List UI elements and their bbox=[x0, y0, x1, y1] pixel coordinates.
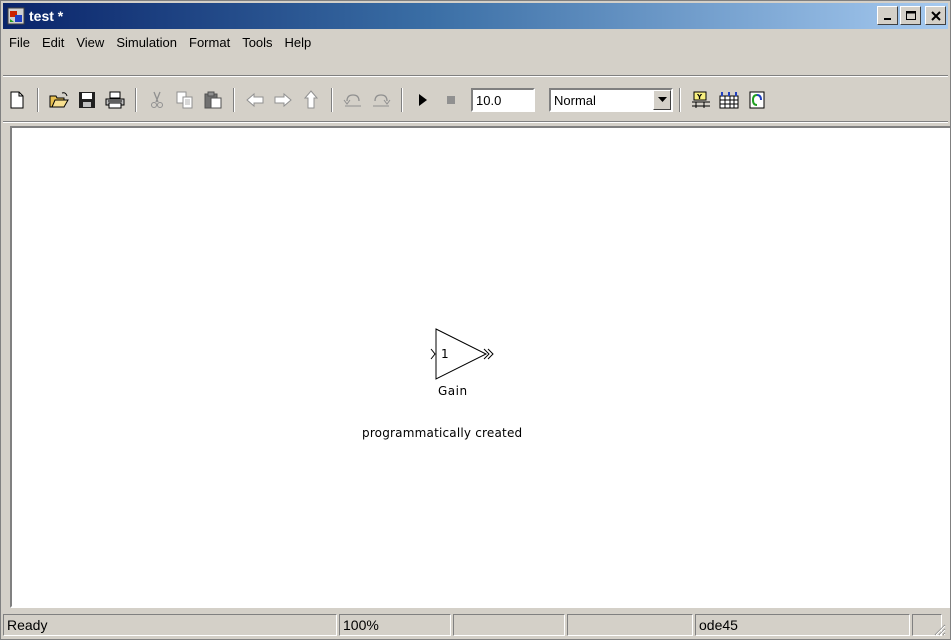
paste-button[interactable] bbox=[201, 88, 225, 112]
menu-edit[interactable]: Edit bbox=[36, 35, 70, 50]
save-button[interactable] bbox=[75, 88, 99, 112]
menu-simulation[interactable]: Simulation bbox=[110, 35, 183, 50]
maximize-button[interactable] bbox=[900, 6, 921, 25]
gain-block[interactable]: 1 bbox=[428, 326, 508, 382]
toolbar: Normal Y bbox=[3, 83, 771, 117]
save-icon bbox=[78, 91, 96, 109]
svg-text:Y: Y bbox=[696, 93, 703, 101]
close-button[interactable] bbox=[925, 6, 946, 25]
status-zoom: 100% bbox=[339, 614, 451, 636]
simulink-app-icon[interactable] bbox=[7, 7, 25, 25]
start-simulation-button[interactable] bbox=[411, 88, 435, 112]
stop-simulation-button[interactable] bbox=[439, 88, 463, 112]
paste-icon bbox=[204, 91, 222, 109]
menu-view[interactable]: View bbox=[70, 35, 110, 50]
print-button[interactable] bbox=[103, 88, 127, 112]
status-empty-2 bbox=[567, 614, 693, 636]
minimize-button[interactable] bbox=[877, 6, 898, 25]
toolbar-separator bbox=[37, 88, 39, 112]
open-icon bbox=[49, 91, 69, 109]
menu-bar: File Edit View Simulation Format Tools H… bbox=[3, 31, 317, 53]
cut-icon bbox=[149, 91, 165, 109]
gain-value: 1 bbox=[441, 347, 449, 361]
toolbar-separator bbox=[679, 88, 681, 112]
up-button[interactable] bbox=[299, 88, 323, 112]
open-button[interactable] bbox=[47, 88, 71, 112]
simulation-mode-value: Normal bbox=[554, 92, 596, 108]
new-model-icon bbox=[9, 91, 25, 109]
window-title: test * bbox=[29, 8, 64, 24]
copy-button[interactable] bbox=[173, 88, 197, 112]
redo-icon bbox=[371, 92, 391, 108]
toolbar-separator bbox=[331, 88, 333, 112]
undo-icon bbox=[343, 92, 363, 108]
toolbar-separator bbox=[135, 88, 137, 112]
simulink-window: test * File Edit View Simulation Format … bbox=[0, 0, 951, 640]
new-model-button[interactable] bbox=[5, 88, 29, 112]
cut-button[interactable] bbox=[145, 88, 169, 112]
simulation-mode-select[interactable]: Normal bbox=[549, 88, 673, 112]
dropdown-arrow-icon[interactable] bbox=[653, 90, 671, 110]
back-button[interactable] bbox=[243, 88, 267, 112]
menu-format[interactable]: Format bbox=[183, 35, 236, 50]
status-empty-1 bbox=[453, 614, 565, 636]
status-solver: ode45 bbox=[695, 614, 910, 636]
copy-icon bbox=[176, 91, 194, 109]
menu-toolbar-divider bbox=[3, 75, 948, 77]
title-bar[interactable]: test * bbox=[3, 3, 948, 29]
status-bar: Ready 100% ode45 bbox=[3, 612, 948, 638]
model-explorer-button[interactable] bbox=[717, 88, 741, 112]
toolbar-separator bbox=[401, 88, 403, 112]
forward-icon bbox=[273, 92, 293, 108]
annotation-text[interactable]: programmatically created bbox=[362, 426, 522, 440]
print-icon bbox=[105, 91, 125, 109]
status-state: Ready bbox=[3, 614, 337, 636]
toolbar-separator bbox=[233, 88, 235, 112]
toolbar-canvas-divider bbox=[3, 121, 948, 123]
menu-file[interactable]: File bbox=[3, 35, 36, 50]
undo-button[interactable] bbox=[341, 88, 365, 112]
library-browser-icon: Y bbox=[691, 91, 711, 109]
resize-grip-icon[interactable] bbox=[932, 622, 946, 636]
up-icon bbox=[303, 90, 319, 110]
model-explorer-icon bbox=[719, 91, 739, 109]
forward-button[interactable] bbox=[271, 88, 295, 112]
stop-simulation-icon bbox=[446, 95, 456, 105]
debug-button[interactable] bbox=[745, 88, 769, 112]
redo-button[interactable] bbox=[369, 88, 393, 112]
stop-time-input[interactable] bbox=[471, 88, 535, 112]
input-port-arrow bbox=[430, 348, 436, 360]
model-canvas[interactable]: 1 Gain programmatically created bbox=[10, 126, 950, 608]
start-simulation-icon bbox=[417, 93, 429, 107]
gain-block-label[interactable]: Gain bbox=[438, 384, 468, 398]
back-icon bbox=[245, 92, 265, 108]
debug-icon bbox=[749, 91, 765, 109]
library-browser-button[interactable]: Y bbox=[689, 88, 713, 112]
menu-help[interactable]: Help bbox=[279, 35, 318, 50]
menu-tools[interactable]: Tools bbox=[236, 35, 278, 50]
